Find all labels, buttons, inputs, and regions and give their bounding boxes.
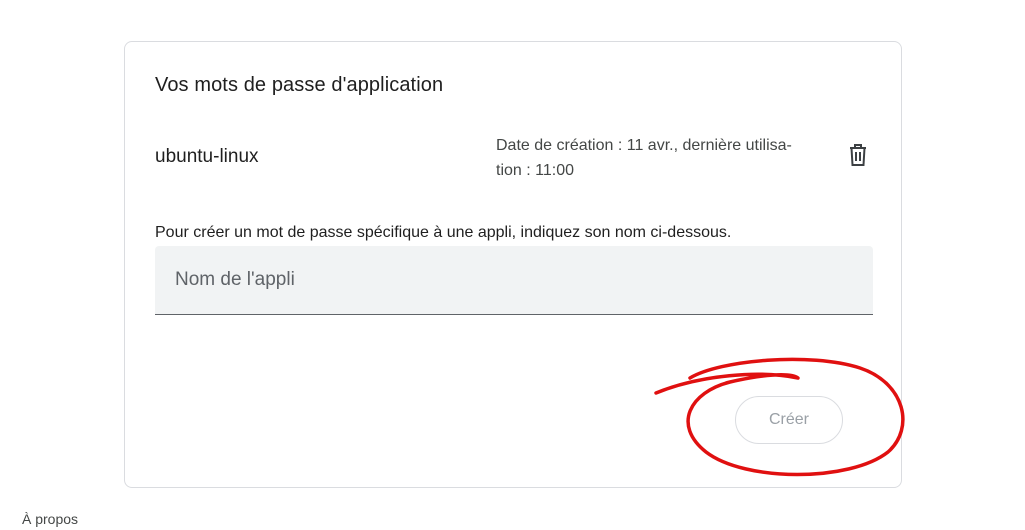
- app-passwords-card: Vos mots de passe d'application ubuntu-l…: [124, 41, 902, 488]
- meta-line-1: Date de création : 11 avr., dernière uti…: [496, 137, 792, 154]
- delete-password-button[interactable]: [841, 138, 875, 172]
- create-instructions: Pour créer un mot de passe spécifique à …: [155, 224, 732, 241]
- app-name-input[interactable]: [155, 246, 873, 314]
- app-password-name: ubuntu-linux: [155, 146, 259, 167]
- create-button[interactable]: Créer: [735, 396, 843, 444]
- trash-icon: [850, 144, 866, 166]
- meta-line-2: tion : 11:00: [496, 162, 574, 179]
- card-title: Vos mots de passe d'application: [155, 74, 444, 96]
- about-link[interactable]: À propos: [22, 511, 78, 527]
- app-name-field: [155, 246, 873, 315]
- app-password-meta: Date de création : 11 avr., dernière uti…: [496, 133, 836, 183]
